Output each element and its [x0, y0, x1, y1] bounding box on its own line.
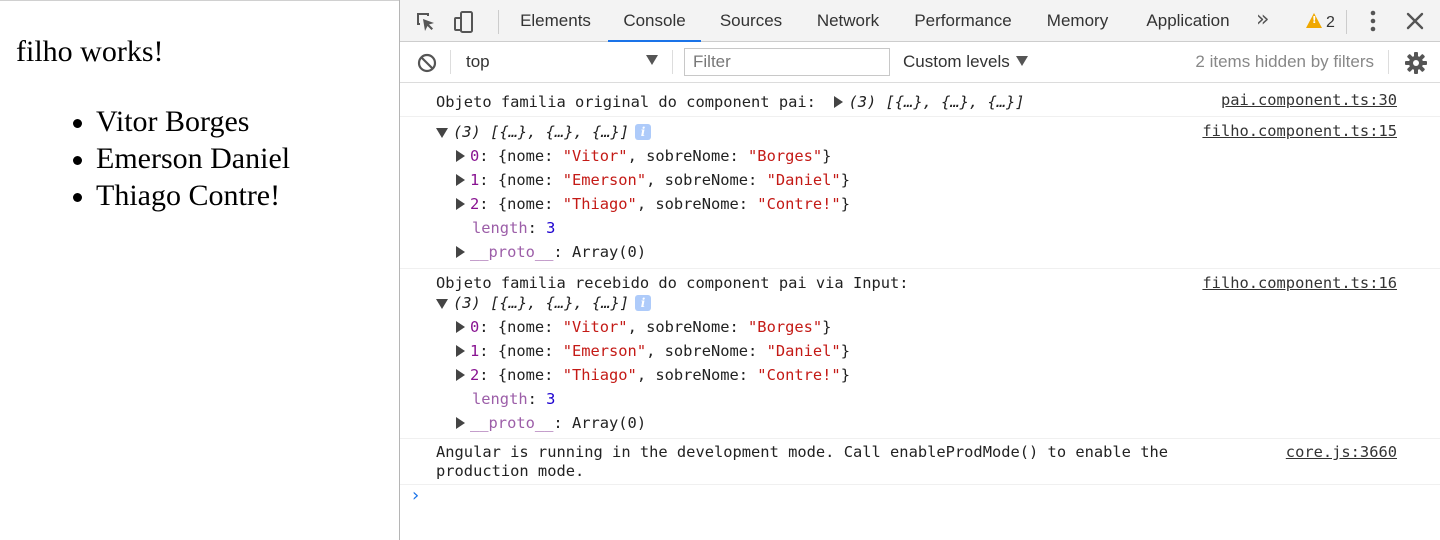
info-icon[interactable]: i — [635, 124, 652, 140]
source-link[interactable]: filho.component.ts:16 — [1202, 272, 1397, 294]
log-line: Objeto familia original do component pai… — [436, 91, 1025, 113]
toolbar-divider — [1388, 50, 1389, 74]
array-summary[interactable]: (3) [{…}, {…}, {…}] — [848, 93, 1024, 111]
array-entry[interactable]: 0: {nome: "Vitor", sobreNome: "Borges"} — [456, 145, 831, 167]
more-tabs-button[interactable]: » — [1256, 0, 1269, 42]
array-entry[interactable]: 2: {nome: "Thiago", sobreNome: "Contre!"… — [456, 364, 850, 386]
hidden-items-status: 2 items hidden by filters — [1195, 52, 1374, 71]
chevron-down-icon[interactable] — [646, 55, 658, 65]
close-icon[interactable] — [1403, 9, 1427, 33]
toolbar-divider — [498, 10, 499, 34]
console-message: Objeto familia original do component pai… — [400, 83, 1440, 117]
array-length: length: 3 — [472, 219, 556, 237]
expand-arrow-icon[interactable] — [456, 321, 465, 333]
collapse-arrow-icon[interactable] — [436, 299, 448, 309]
array-summary[interactable]: (3) [{…}, {…}, {…}] — [453, 123, 629, 141]
toolbar-divider — [672, 50, 673, 74]
console-message: (3) [{…}, {…}, {…}] i filho.component.ts:… — [400, 117, 1440, 269]
list-item: Vitor Borges — [72, 103, 290, 140]
log-levels-label: Custom levels — [903, 52, 1010, 71]
console-message: Objeto familia recebido do component pai… — [400, 269, 1440, 439]
source-link[interactable]: core.js:3660 — [1286, 441, 1397, 463]
console-toolbar: top Custom levels 2 items hidden by filt… — [400, 42, 1440, 83]
expand-arrow-icon[interactable] — [834, 96, 844, 108]
expand-arrow-icon[interactable] — [456, 246, 465, 258]
list-item: Emerson Daniel — [72, 142, 291, 175]
source-link[interactable]: pai.component.ts:30 — [1221, 89, 1397, 111]
warning-count: 2 — [1326, 14, 1335, 31]
console-output: Objeto familia original do component pai… — [400, 83, 1440, 540]
tab-sources[interactable]: Sources — [706, 0, 796, 42]
list-item: Thiago Contre! — [72, 177, 290, 214]
filter-input[interactable] — [684, 48, 890, 76]
console-prompt-icon[interactable]: › — [412, 485, 419, 506]
expand-arrow-icon[interactable] — [456, 174, 465, 186]
clear-console-icon[interactable] — [416, 52, 438, 74]
family-list: Vitor Borges Emerson Daniel Thiago Contr… — [72, 103, 291, 214]
kebab-menu-icon[interactable] — [1363, 8, 1383, 34]
log-text: production mode. — [436, 462, 585, 480]
array-proto[interactable]: __proto__: Array(0) — [456, 241, 646, 263]
array-proto[interactable]: __proto__: Array(0) — [456, 412, 646, 434]
expand-arrow-icon[interactable] — [456, 417, 465, 429]
collapse-arrow-icon[interactable] — [436, 128, 448, 138]
info-icon[interactable]: i — [635, 295, 652, 311]
devtools-panel: Elements Console Sources Network Perform… — [400, 0, 1440, 540]
gear-icon[interactable] — [1404, 51, 1428, 75]
expand-arrow-icon[interactable] — [456, 345, 465, 357]
log-line: (3) [{…}, {…}, {…}] i — [436, 121, 652, 143]
device-toolbar-icon[interactable] — [452, 10, 476, 34]
tab-console[interactable]: Console — [608, 0, 701, 42]
log-line: (3) [{…}, {…}, {…}] i — [436, 292, 652, 314]
expand-arrow-icon[interactable] — [456, 369, 465, 381]
context-selector[interactable]: top — [466, 42, 490, 82]
console-message: Angular is running in the development mo… — [400, 439, 1440, 485]
inspect-element-icon[interactable] — [414, 10, 438, 34]
array-entry[interactable]: 1: {nome: "Emerson", sobreNome: "Daniel"… — [456, 340, 850, 362]
page-viewport: filho works! Vitor Borges Emerson Daniel… — [0, 0, 399, 540]
page-title: filho works! — [16, 35, 164, 68]
log-text: Angular is running in the development mo… — [436, 443, 1169, 461]
array-entry[interactable]: 2: {nome: "Thiago", sobreNome: "Contre!"… — [456, 193, 850, 215]
log-text: Objeto familia original do component pai… — [436, 93, 816, 111]
array-summary[interactable]: (3) [{…}, {…}, {…}] — [453, 294, 629, 312]
devtools-tabbar: Elements Console Sources Network Perform… — [400, 0, 1440, 42]
warning-icon — [1306, 13, 1322, 28]
source-link[interactable]: filho.component.ts:15 — [1202, 120, 1397, 142]
chevron-down-icon — [1015, 56, 1028, 66]
toolbar-divider — [1346, 10, 1347, 34]
tab-memory[interactable]: Memory — [1032, 0, 1123, 42]
warnings-counter[interactable]: 2 — [1306, 12, 1335, 32]
expand-arrow-icon[interactable] — [456, 150, 465, 162]
tab-performance[interactable]: Performance — [900, 0, 1026, 42]
log-levels-dropdown[interactable]: Custom levels — [903, 42, 1028, 82]
array-length: length: 3 — [472, 390, 556, 408]
toolbar-divider — [450, 50, 451, 74]
tab-elements[interactable]: Elements — [508, 0, 603, 42]
log-text: Objeto familia recebido do component pai… — [436, 274, 909, 292]
tab-application[interactable]: Application — [1128, 0, 1248, 42]
array-entry[interactable]: 0: {nome: "Vitor", sobreNome: "Borges"} — [456, 316, 831, 338]
expand-arrow-icon[interactable] — [456, 198, 465, 210]
array-entry[interactable]: 1: {nome: "Emerson", sobreNome: "Daniel"… — [456, 169, 850, 191]
tab-network[interactable]: Network — [802, 0, 894, 42]
